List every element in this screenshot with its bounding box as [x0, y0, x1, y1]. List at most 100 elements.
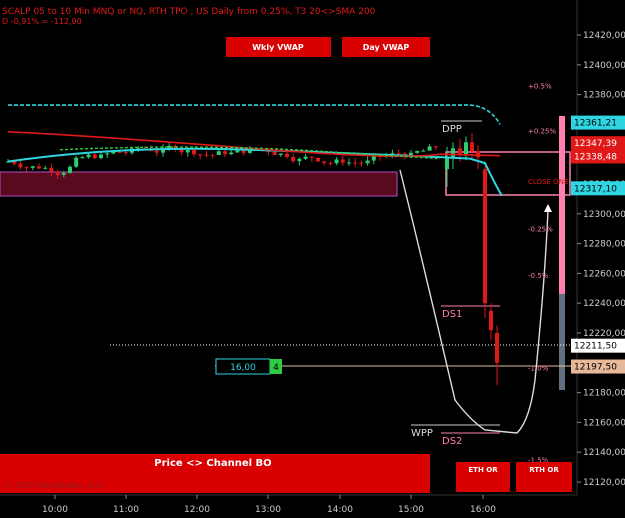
ds2-label: DS2: [442, 436, 462, 447]
y-tick-label: 12240,00: [583, 299, 625, 309]
candle-body: [61, 172, 66, 175]
y-tick-label: 12120,00: [583, 478, 625, 488]
price-tag-label: 12317,10: [574, 184, 617, 194]
candle-body: [470, 142, 474, 152]
volume-bar-grey: [559, 294, 565, 390]
y-tick-label: 12160,00: [583, 418, 625, 428]
candle-body: [74, 157, 79, 167]
chart-title: SCALP 05 to 10 Min MNQ or NQ, RTH TPO , …: [2, 7, 376, 17]
candle-body: [179, 149, 184, 153]
candle-body: [291, 156, 296, 162]
candle-body: [359, 162, 364, 164]
candle-body: [192, 150, 196, 155]
ds1-label: DS1: [442, 309, 462, 320]
y-tick-label: 12280,00: [583, 240, 625, 250]
volume-bar-pink: [559, 116, 565, 294]
candle-body: [489, 310, 493, 331]
price-tag-label: 12211,50: [574, 342, 617, 352]
candle-body: [297, 158, 302, 162]
candle-body: [365, 160, 370, 164]
candle-body: [353, 162, 358, 164]
pct-label: CLOSE ONE: [528, 178, 568, 186]
wpp-label: WPP: [411, 428, 433, 439]
candle-body: [49, 167, 54, 172]
order-box[interactable]: 16,00 4: [215, 358, 282, 375]
candle-body: [483, 169, 487, 304]
candle-body: [154, 150, 159, 153]
candle-body: [322, 161, 327, 163]
candle-body: [99, 154, 103, 159]
pct-label: +0.25%: [528, 127, 556, 135]
pct-label: -0.5%: [528, 272, 549, 280]
candle-body: [216, 151, 221, 155]
candle-body: [421, 150, 426, 152]
channel-bo-label: Price <> Channel BO: [154, 458, 271, 469]
y-tick-label: 12220,00: [583, 329, 625, 339]
candle-body: [86, 154, 91, 158]
y-tick-label: 12400,00: [583, 61, 625, 71]
wkly-vwap-button[interactable]: Wkly VWAP: [226, 37, 331, 57]
eth-or-label: ETH OR: [468, 466, 498, 474]
wkly-vwap-label: Wkly VWAP: [252, 43, 304, 52]
candle-body: [458, 148, 462, 155]
price-tag-label: 12197,50: [574, 363, 617, 373]
candle-body: [68, 166, 72, 173]
y-tick-label: 12260,00: [583, 269, 625, 279]
rth-or-label: RTH OR: [529, 466, 559, 474]
candle-body: [210, 154, 215, 156]
candle-body: [433, 146, 438, 148]
candle-body: [43, 167, 48, 169]
candle-body: [229, 152, 234, 155]
dpp-label: DPP: [442, 124, 462, 135]
price-tag-label: 12361,21: [574, 119, 617, 129]
x-tick-label: 13:00: [255, 505, 281, 515]
candle-body: [80, 157, 85, 159]
candle-body: [272, 151, 277, 155]
drawn-projection-path[interactable]: [399, 169, 549, 434]
candle-body: [24, 167, 29, 169]
y-tick-label: 12140,00: [583, 448, 625, 458]
candle-body: [37, 166, 41, 169]
candle-body: [495, 333, 499, 363]
candle-body: [105, 153, 110, 155]
candle-body: [427, 146, 432, 151]
candle-body: [285, 153, 289, 157]
candle-body: [303, 156, 308, 159]
candle-body: [371, 155, 376, 161]
candle-body: [92, 154, 97, 159]
y-tick-label: 12380,00: [583, 91, 625, 101]
day-vwap-label: Day VWAP: [363, 43, 410, 52]
x-tick-label: 10:00: [42, 505, 68, 515]
candle-body: [30, 166, 35, 168]
x-tick-label: 11:00: [113, 505, 139, 515]
price-tag-label: 12338,48: [574, 152, 617, 162]
candle-body: [278, 153, 283, 155]
candle-body: [204, 154, 209, 156]
candle-body: [18, 163, 23, 168]
pct-label: -1.0%: [528, 364, 549, 372]
y-tick-label: 12300,00: [583, 210, 625, 220]
candle-body: [328, 162, 333, 164]
candle-body: [451, 148, 455, 158]
order-price: 16,00: [230, 363, 256, 373]
day-vwap-button[interactable]: Day VWAP: [342, 37, 430, 57]
candle-body: [123, 152, 128, 154]
candle-body: [198, 154, 203, 156]
candle-body: [396, 153, 401, 155]
eth-or-button[interactable]: ETH OR: [456, 462, 510, 492]
candle-group: [6, 133, 499, 386]
channel-band: [0, 171, 398, 197]
candle-body: [476, 151, 480, 158]
y-tick-label: 12420,00: [583, 31, 625, 41]
pct-label: -0.25%: [528, 226, 553, 234]
price-chart[interactable]: 12420,0012400,0012380,0012360,0012340,00…: [0, 0, 625, 518]
pct-label: +0.5%: [528, 83, 552, 91]
candle-body: [415, 151, 420, 153]
rth-or-button[interactable]: RTH OR: [516, 462, 572, 492]
weekly-vwap-line: [8, 104, 501, 125]
candle-body: [316, 157, 320, 162]
order-qty: 4: [273, 363, 279, 373]
candle-body: [309, 156, 314, 158]
arrow-head-icon: [544, 204, 552, 212]
x-tick-label: 12:00: [184, 505, 210, 515]
